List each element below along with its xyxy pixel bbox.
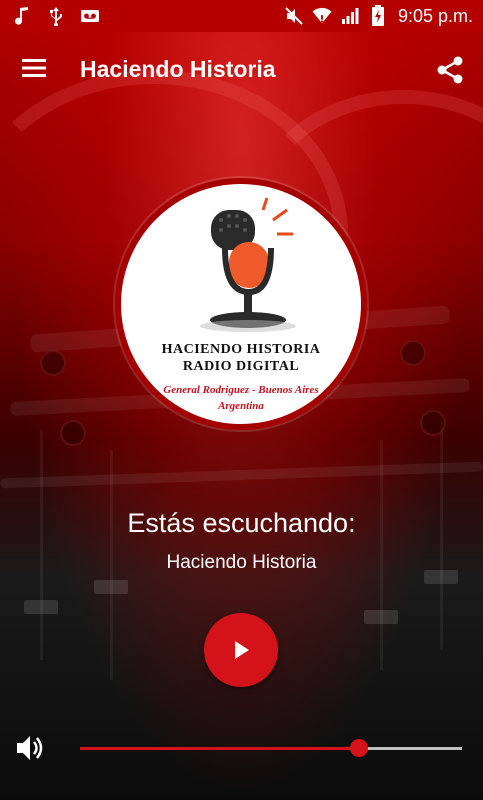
- usb-icon: [46, 6, 66, 26]
- logo-title: HACIENDO HISTORIA: [161, 342, 321, 357]
- mute-icon: [284, 6, 304, 26]
- station-logo: HACIENDO HISTORIA RADIO DIGITAL General …: [115, 178, 367, 430]
- status-bar: 9:05 p.m.: [0, 0, 483, 32]
- wifi-icon: [312, 6, 332, 26]
- music-note-icon: [12, 6, 32, 26]
- status-time: 9:05 p.m.: [397, 5, 473, 26]
- microphone-icon: [200, 197, 296, 332]
- volume-slider[interactable]: [80, 739, 462, 757]
- logo-location: General Rodriguez - Buenos Aires: [163, 384, 319, 396]
- logo-country: Argentina: [218, 400, 264, 412]
- play-button[interactable]: [204, 613, 278, 687]
- volume-slider-thumb[interactable]: [349, 739, 368, 757]
- logo-subtitle: RADIO DIGITAL: [182, 359, 300, 374]
- page-title: Haciendo Historia: [80, 56, 276, 82]
- battery-charging-icon: [368, 5, 388, 26]
- play-icon: [235, 641, 249, 659]
- station-name: Haciendo Historia: [166, 552, 317, 573]
- volume-icon[interactable]: [14, 733, 46, 763]
- hamburger-menu-icon[interactable]: [20, 56, 54, 86]
- voicemail-icon: [80, 6, 100, 26]
- share-icon[interactable]: [434, 54, 468, 88]
- now-playing-heading: Estás escuchando:: [127, 508, 356, 538]
- signal-icon: [340, 6, 360, 26]
- volume-slider-fill: [80, 747, 359, 750]
- app-bar: Haciendo Historia: [0, 32, 483, 110]
